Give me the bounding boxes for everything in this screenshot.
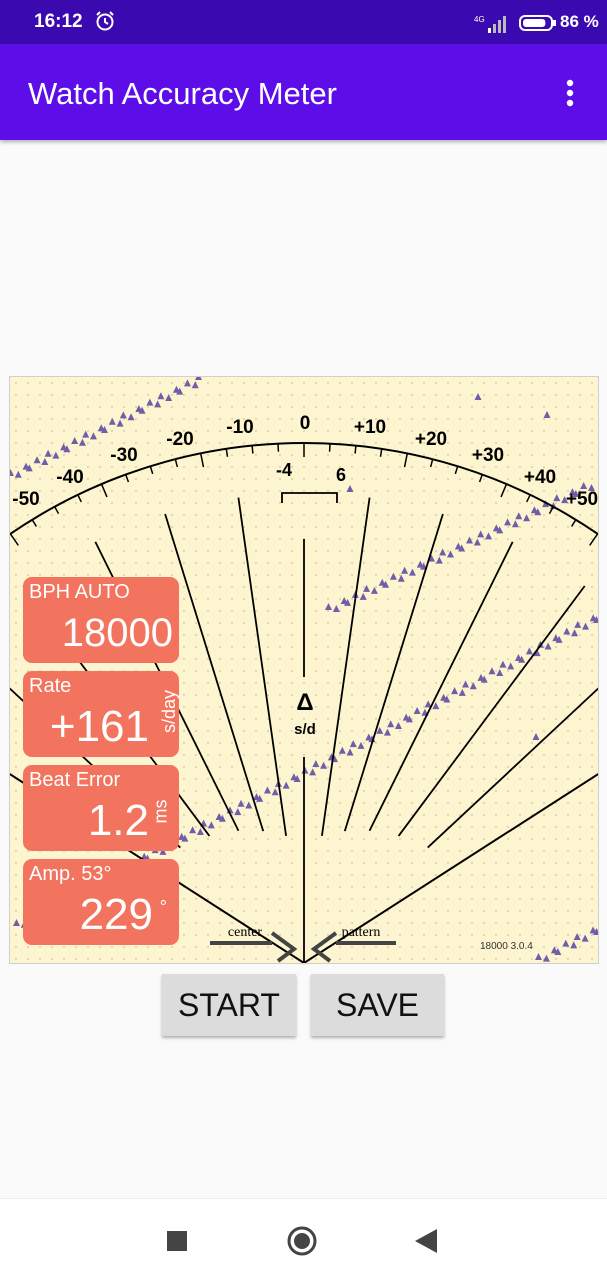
bph-value: 18000 <box>62 611 173 655</box>
rate-value: +161 <box>50 705 149 749</box>
rate-unit: s/day <box>159 690 179 733</box>
battery-percent: 86 % <box>560 12 599 32</box>
scale-label: +30 <box>472 445 504 466</box>
scale-label: -50 <box>12 489 39 510</box>
accuracy-meter: -50 -40 -30 -20 -10 0 +10 +20 +30 +40 +5… <box>9 376 599 964</box>
alarm-icon <box>94 10 116 32</box>
center-label: center <box>228 925 263 940</box>
scale-label: -10 <box>226 417 253 438</box>
delta-symbol: Δ <box>296 689 313 716</box>
signal-icon: 4G <box>474 14 508 34</box>
battery-icon <box>519 14 557 32</box>
inner-label: -4 <box>276 460 292 480</box>
version-label: 18000 3.0.4 <box>480 941 533 952</box>
status-bar: 16:12 4G 86 % <box>0 0 607 44</box>
navigation-bar <box>0 1198 607 1281</box>
network-type: 4G <box>474 15 485 24</box>
beat-error-value: 1.2 <box>88 799 149 843</box>
amplitude-panel: Amp. 53° 229 ° <box>23 859 179 945</box>
scale-label: 0 <box>300 413 311 434</box>
home-icon[interactable] <box>286 1225 318 1257</box>
amplitude-value: 229 <box>80 893 153 937</box>
beat-error-panel: Beat Error 1.2 ms <box>23 765 179 851</box>
scale-label: +50 <box>566 489 598 510</box>
scale-label: -20 <box>166 429 193 450</box>
scale-label: +20 <box>415 429 447 450</box>
scale-label: +10 <box>354 417 386 438</box>
delta-unit: s/d <box>294 721 316 738</box>
app-bar: Watch Accuracy Meter <box>0 44 607 140</box>
beat-error-unit: ms <box>151 800 172 824</box>
back-icon[interactable] <box>415 1229 437 1253</box>
bph-panel: BPH AUTO 18000 <box>23 577 179 663</box>
bph-label: BPH AUTO <box>29 581 130 604</box>
scale-label: +40 <box>524 467 556 488</box>
save-button[interactable]: SAVE <box>311 974 444 1036</box>
recents-icon[interactable] <box>167 1231 187 1251</box>
start-button[interactable]: START <box>162 974 296 1036</box>
more-vert-icon[interactable] <box>556 78 584 108</box>
amplitude-label: Amp. 53° <box>29 863 111 886</box>
scale-tick <box>252 446 253 454</box>
status-time: 16:12 <box>34 11 83 33</box>
amplitude-unit: ° <box>160 897 167 918</box>
scale-label: -30 <box>110 445 137 466</box>
scale-tick <box>355 446 356 454</box>
app-title: Watch Accuracy Meter <box>28 76 337 112</box>
beat-error-label: Beat Error <box>29 769 120 792</box>
scale-label: -40 <box>56 467 83 488</box>
rate-label: Rate <box>29 675 71 698</box>
pattern-label: pattern <box>342 925 381 940</box>
rate-panel: Rate +161 s/day <box>23 671 179 757</box>
inner-label: 6 <box>336 465 346 485</box>
